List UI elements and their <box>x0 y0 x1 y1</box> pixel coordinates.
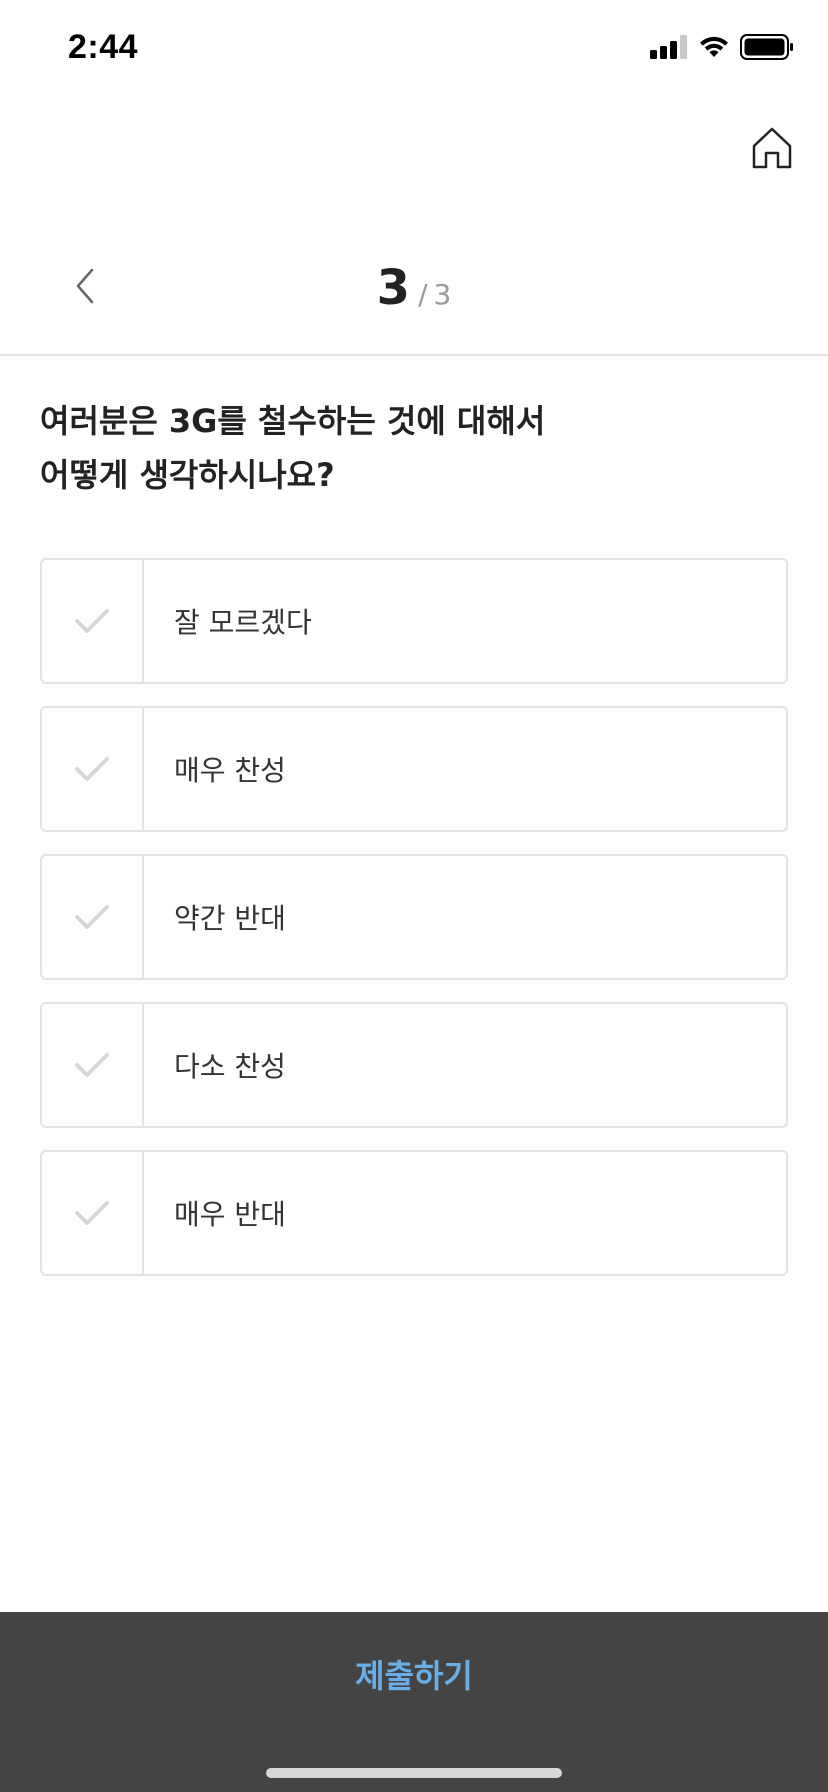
answer-option[interactable]: 약간 반대 <box>40 854 788 980</box>
progress-current: 3 <box>376 260 411 316</box>
status-icons <box>650 34 794 60</box>
progress-total: 3 <box>433 278 452 311</box>
answer-option[interactable]: 다소 찬성 <box>40 1002 788 1128</box>
check-icon <box>75 1201 109 1225</box>
submit-button[interactable]: 제출하기 <box>0 1612 828 1736</box>
option-checkbox <box>42 1004 144 1126</box>
option-label: 다소 찬성 <box>174 1050 286 1083</box>
answer-options: 잘 모르겠다 매우 찬성 약간 반대 다소 찬성 매우 반대 <box>40 558 788 1298</box>
progress-separator: / <box>418 278 428 311</box>
option-label: 약간 반대 <box>174 902 286 935</box>
answer-option[interactable]: 잘 모르겠다 <box>40 558 788 684</box>
check-icon <box>75 609 109 633</box>
question-text: 여러분은 3G를 철수하는 것에 대해서 어떻게 생각하시나요? <box>40 394 760 502</box>
home-button[interactable] <box>748 124 796 172</box>
question-line-2: 어떻게 생각하시나요? <box>40 456 335 494</box>
check-icon <box>75 757 109 781</box>
option-label: 잘 모르겠다 <box>174 606 312 639</box>
battery-icon <box>740 34 793 60</box>
question-nav: 3/3 <box>0 230 828 356</box>
option-label: 매우 반대 <box>174 1198 286 1231</box>
option-checkbox <box>42 1152 144 1274</box>
answer-option[interactable]: 매우 반대 <box>40 1150 788 1276</box>
wifi-icon <box>700 36 728 57</box>
status-bar: 2:44 <box>0 0 828 100</box>
option-checkbox <box>42 708 144 830</box>
home-indicator[interactable] <box>266 1768 562 1778</box>
bottom-bar: 제출하기 <box>0 1612 828 1792</box>
cellular-signal-icon <box>650 35 687 59</box>
question-progress: 3/3 <box>0 260 828 316</box>
answer-option[interactable]: 매우 찬성 <box>40 706 788 832</box>
question-line-1: 여러분은 3G를 철수하는 것에 대해서 <box>40 402 546 440</box>
home-icon <box>752 127 792 169</box>
option-checkbox <box>42 856 144 978</box>
option-label: 매우 찬성 <box>174 754 286 787</box>
status-time: 2:44 <box>68 28 139 66</box>
check-icon <box>75 905 109 929</box>
check-icon <box>75 1053 109 1077</box>
option-checkbox <box>42 560 144 682</box>
